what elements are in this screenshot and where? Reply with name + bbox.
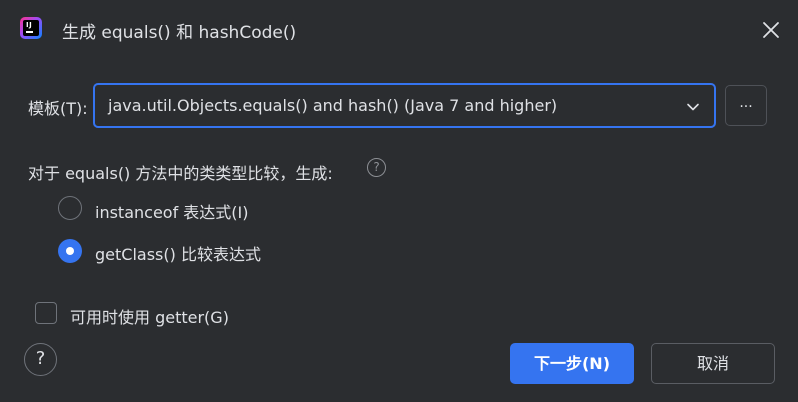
template-selected-value: java.util.Objects.equals() and hash() (J… bbox=[108, 96, 558, 115]
title-bar: IJ 生成 equals() 和 hashCode() bbox=[0, 0, 798, 60]
radio-getclass[interactable] bbox=[58, 239, 82, 263]
use-getters-label[interactable]: 可用时使用 getter(G) bbox=[70, 304, 229, 328]
template-dropdown[interactable]: java.util.Objects.equals() and hash() (J… bbox=[93, 83, 716, 128]
radio-getclass-label[interactable]: getClass() 比较表达式 bbox=[95, 241, 261, 265]
help-icon[interactable]: ? bbox=[367, 158, 386, 177]
help-button[interactable]: ? bbox=[24, 343, 57, 376]
browse-templates-button[interactable]: ... bbox=[725, 85, 767, 126]
dialog-title: 生成 equals() 和 hashCode() bbox=[62, 23, 297, 43]
radio-selected-dot bbox=[66, 247, 74, 255]
radio-instanceof[interactable] bbox=[58, 196, 82, 220]
close-icon bbox=[763, 22, 779, 38]
browse-templates-label: ... bbox=[739, 95, 753, 111]
template-label: 模板(T): bbox=[28, 99, 88, 118]
use-getters-checkbox[interactable] bbox=[35, 302, 57, 324]
close-button[interactable] bbox=[755, 14, 787, 46]
next-button[interactable]: 下一步(N) bbox=[510, 343, 634, 384]
class-comparison-label: 对于 equals() 方法中的类类型比较，生成: bbox=[28, 164, 333, 183]
generate-equals-hashcode-dialog: IJ 生成 equals() 和 hashCode() 模板(T): java.… bbox=[0, 0, 798, 402]
radio-instanceof-label[interactable]: instanceof 表达式(I) bbox=[95, 199, 249, 223]
intellij-idea-icon: IJ bbox=[20, 17, 42, 39]
cancel-button[interactable]: 取消 bbox=[651, 343, 775, 384]
chevron-down-icon bbox=[686, 99, 700, 118]
